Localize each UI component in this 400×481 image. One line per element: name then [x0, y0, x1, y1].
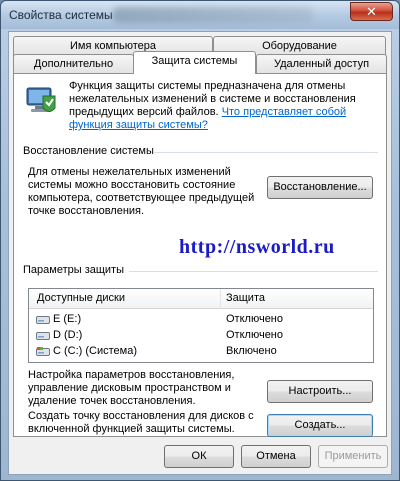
create-button[interactable]: Создать... — [267, 414, 373, 437]
configure-description: Настройка параметров восстановления, упр… — [28, 369, 235, 407]
ok-button[interactable]: ОК — [164, 445, 234, 468]
drive-row-c[interactable]: C (C:) (Система) Включено — [29, 344, 373, 359]
drive-name: C (C:) (Система) — [53, 345, 138, 357]
cancel-button[interactable]: Отмена — [241, 445, 311, 468]
column-header-protection[interactable]: Защита — [226, 292, 265, 304]
dialog-button-bar: ОК Отмена Применить — [9, 443, 391, 474]
dialog-client-area: Имя компьютера Оборудование Дополнительн… — [8, 31, 392, 475]
drive-name: E (E:) — [53, 313, 82, 325]
system-properties-window: Свойства системы ✕ Имя компьютера Оборуд… — [0, 0, 400, 481]
drive-row-d[interactable]: D (D:) Отключено — [29, 328, 373, 343]
drive-name: D (D:) — [53, 329, 83, 341]
drive-protection-status: Отключено — [226, 329, 283, 341]
system-protection-icon — [26, 87, 56, 112]
drive-protection-status: Отключено — [226, 313, 283, 325]
restore-group-title: Восстановление системы — [23, 145, 154, 157]
drives-list-header: Доступные диски Защита — [29, 289, 373, 309]
system-protection-page: Функция защиты системы предназначена для… — [13, 73, 387, 437]
tab-advanced[interactable]: Дополнительно — [13, 54, 134, 74]
blurred-title-area — [113, 7, 313, 23]
apply-button[interactable]: Применить — [318, 445, 388, 468]
drives-list[interactable]: Доступные диски Защита E (E:) Отключено — [28, 288, 374, 363]
title-bar[interactable]: Свойства системы ✕ — [1, 1, 399, 29]
tab-system-protection[interactable]: Защита системы — [133, 51, 256, 74]
drive-row-e[interactable]: E (E:) Отключено — [29, 312, 373, 327]
column-separator[interactable] — [220, 289, 221, 309]
watermark-text: http://nsworld.ru — [179, 236, 335, 258]
column-header-drives[interactable]: Доступные диски — [37, 292, 125, 304]
drive-icon — [36, 316, 50, 324]
intro-paragraph: Функция защиты системы предназначена для… — [69, 80, 381, 132]
restore-description: Для отмены нежелательных изменений систе… — [28, 166, 255, 217]
tab-remote-access[interactable]: Удаленный доступ — [256, 54, 387, 74]
create-description: Создать точку восстановления для дисков … — [28, 410, 254, 435]
restore-group-divider — [154, 152, 378, 153]
window-title: Свойства системы — [9, 8, 113, 22]
system-restore-button[interactable]: Восстановление... — [267, 176, 373, 199]
protection-group-title: Параметры защиты — [23, 264, 124, 276]
system-drive-icon — [36, 347, 50, 356]
drive-icon — [36, 332, 50, 340]
drive-protection-status: Включено — [226, 345, 277, 357]
configure-button[interactable]: Настроить... — [267, 380, 373, 403]
protection-group-divider — [129, 271, 378, 272]
close-button[interactable]: ✕ — [350, 2, 393, 21]
